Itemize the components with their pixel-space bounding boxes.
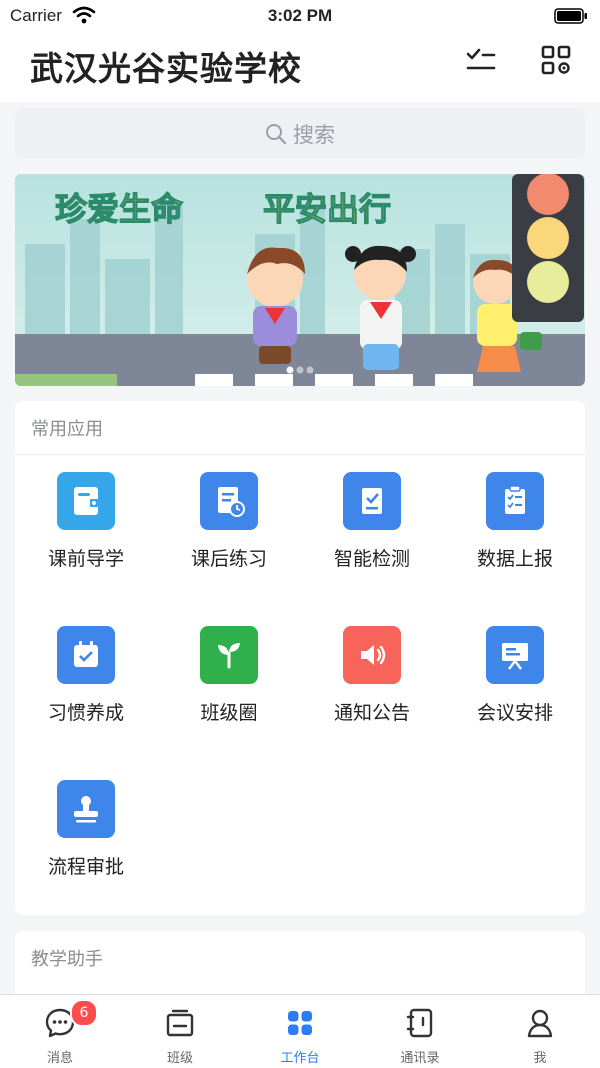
app-approval[interactable]: 流程审批 xyxy=(16,780,156,900)
contacts-icon xyxy=(406,1008,433,1038)
carousel-dot[interactable] xyxy=(296,366,304,374)
tab-label: 我 xyxy=(533,1051,547,1066)
battery-icon xyxy=(554,8,587,24)
calendar-check-icon xyxy=(57,626,115,684)
banner-slogan-2: 平安出行 xyxy=(263,190,391,228)
carousel-dot[interactable] xyxy=(306,366,314,374)
tab-class[interactable]: 班级 xyxy=(120,995,240,1068)
tab-label: 工作台 xyxy=(280,1051,320,1066)
app-label: 流程审批 xyxy=(47,856,124,878)
workbench-icon xyxy=(288,1011,312,1035)
class-icon xyxy=(166,1009,194,1037)
search-placeholder: 搜索 xyxy=(293,122,335,147)
tab-contacts[interactable]: 通讯录 xyxy=(360,995,480,1068)
stamp-icon xyxy=(57,780,115,838)
tablet-icon xyxy=(57,472,115,530)
app-label: 课前导学 xyxy=(47,548,124,570)
tab-label: 通讯录 xyxy=(400,1051,440,1066)
speaker-icon xyxy=(343,626,401,684)
app-data-report[interactable]: 数据上报 xyxy=(445,472,585,592)
task-list-icon[interactable] xyxy=(463,42,499,78)
app-class-circle[interactable]: 班级圈 xyxy=(159,626,299,746)
clipboard-check-icon xyxy=(343,472,401,530)
app-homework[interactable]: 课后练习 xyxy=(159,472,299,592)
qr-scan-icon[interactable] xyxy=(538,42,574,78)
sprout-icon xyxy=(200,626,258,684)
page-title: 武汉光谷实验学校 xyxy=(30,49,302,88)
tab-messages[interactable]: 6 消息 xyxy=(0,995,120,1068)
status-bar: Carrier 3:02 PM xyxy=(0,0,600,32)
banner-slogan-1: 珍爱生命 xyxy=(55,190,184,228)
banner-illustration: 珍爱生命 平安出行 xyxy=(15,174,585,386)
tab-bar: 6 消息 班级 工作台 通讯录 我 xyxy=(0,994,600,1068)
banner-carousel[interactable]: 珍爱生命 平安出行 xyxy=(15,174,585,386)
document-clock-icon xyxy=(200,472,258,530)
search-icon xyxy=(266,123,287,144)
tab-label: 班级 xyxy=(166,1051,193,1066)
tab-label: 消息 xyxy=(46,1051,73,1066)
app-label: 数据上报 xyxy=(476,548,553,570)
carousel-dot[interactable] xyxy=(286,366,294,374)
presentation-board-icon xyxy=(486,626,544,684)
app-label: 课后练习 xyxy=(190,548,267,570)
divider xyxy=(15,454,585,455)
app-label: 习惯养成 xyxy=(47,702,124,724)
app-smart-test[interactable]: 智能检测 xyxy=(302,472,442,592)
app-header: 武汉光谷实验学校 xyxy=(0,32,600,102)
app-habit[interactable]: 习惯养成 xyxy=(16,626,156,746)
profile-icon xyxy=(527,1009,553,1038)
section-title: 常用应用 xyxy=(31,419,103,440)
teaching-assistant-card: 教学助手 xyxy=(15,931,585,1001)
app-label: 班级圈 xyxy=(200,702,258,724)
tab-me[interactable]: 我 xyxy=(480,995,600,1068)
app-label: 会议安排 xyxy=(476,702,553,724)
checklist-icon xyxy=(486,472,544,530)
clock: 3:02 PM xyxy=(267,6,333,25)
search-bar[interactable]: 搜索 xyxy=(15,108,585,159)
unread-badge: 6 xyxy=(70,999,98,1027)
tab-workbench[interactable]: 工作台 xyxy=(240,995,360,1068)
app-meeting[interactable]: 会议安排 xyxy=(445,626,585,746)
app-pre-class-guide[interactable]: 课前导学 xyxy=(16,472,156,592)
app-label: 智能检测 xyxy=(333,548,410,570)
section-title: 教学助手 xyxy=(31,949,103,970)
common-apps-card: 常用应用 课前导学 课后练习 智能检测 数据上报 习惯养成 班级圈 通知公告 会… xyxy=(15,401,585,915)
app-label: 通知公告 xyxy=(333,702,410,724)
app-announcement[interactable]: 通知公告 xyxy=(302,626,442,746)
